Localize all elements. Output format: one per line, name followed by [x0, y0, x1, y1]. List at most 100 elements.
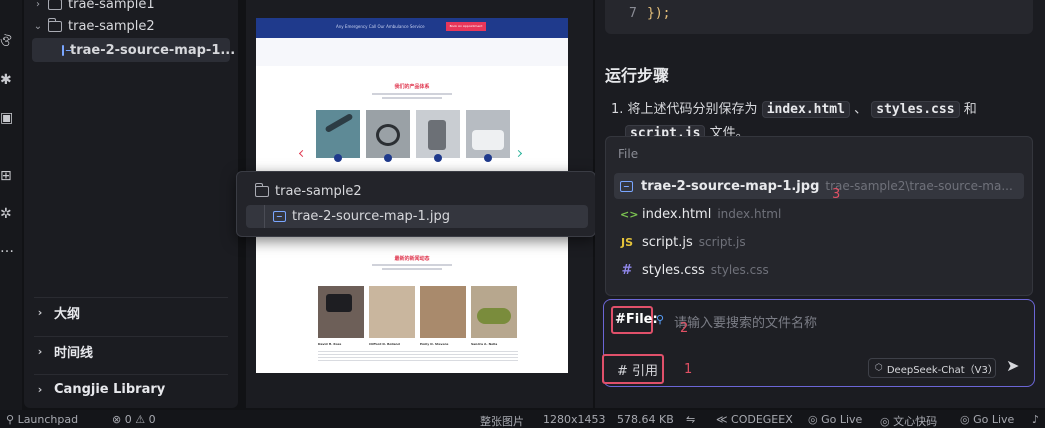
popup-file-row[interactable]: trae-2-source-map-1.jpg — [246, 205, 588, 228]
tree-hover-popup: trae-sample2 trae-2-source-map-1.jpg — [236, 171, 596, 237]
product-badge — [484, 154, 492, 162]
panel-timeline[interactable]: › 时间线 — [34, 336, 228, 366]
wenxin-label: 文心快码 — [893, 415, 938, 428]
launchpad-label: Launchpad — [17, 413, 79, 426]
file-tag[interactable]: #File: — [615, 312, 658, 327]
image-top-bar: Any Emergency Call Our Ambulance Service… — [256, 18, 568, 38]
inline-code: index.html — [761, 101, 850, 118]
product-badge — [434, 154, 442, 162]
image-zoom-label[interactable]: 整张图片 — [480, 413, 524, 428]
send-icon[interactable]: ➤ — [1006, 356, 1019, 375]
image-top-bar-button: Book An Appointment — [446, 22, 486, 31]
step-text: 和 — [963, 102, 977, 117]
reference-button[interactable]: # 引用 — [617, 360, 658, 379]
step-text: 、 — [854, 102, 868, 117]
tree-item-source-map-image[interactable]: trae-2-source-map-1... — [32, 38, 235, 62]
file-search-placeholder[interactable]: 请输入要搜索的文件名称 — [674, 312, 817, 331]
codegeex-icon: ≪ — [716, 413, 732, 426]
chevron-right-icon: › — [37, 383, 43, 396]
product-photo — [466, 110, 510, 158]
file-name: script.js — [642, 234, 693, 250]
annotation-2: 2 — [680, 321, 689, 336]
panel-outline[interactable]: › 大纲 — [34, 297, 228, 327]
line-number: 7 — [629, 6, 637, 21]
product-badge — [384, 154, 392, 162]
problems-item[interactable]: ⊗ 0 ⚠ 0 — [112, 413, 156, 426]
tree-item-label: trae-sample1 — [68, 0, 155, 12]
go-live-label: Go Live — [973, 413, 1015, 426]
extensions-icon[interactable]: ⊞ — [0, 168, 16, 184]
more-icon[interactable]: … — [0, 240, 16, 256]
format-icon[interactable]: ⇋ — [686, 413, 695, 426]
broadcast-icon: ◎ — [960, 413, 974, 426]
news-photo — [471, 286, 517, 338]
notifications-icon[interactable]: ♪ — [1032, 413, 1039, 426]
carousel-next-icon — [514, 149, 523, 158]
tree-item-label: trae-2-source-map-1... — [70, 42, 236, 58]
inline-code: styles.css — [871, 101, 960, 118]
image-section1-subtitle — [256, 93, 568, 99]
launchpad-item[interactable]: ⚲ Launchpad — [6, 413, 78, 426]
annotation-1: 1 — [684, 362, 693, 377]
folder-icon — [48, 0, 62, 10]
news-author: Sandra A. Nolla — [471, 342, 498, 346]
go-live-item[interactable]: ◎ Go Live — [808, 413, 862, 426]
file-option-index-html[interactable]: <> index.html index.html — [614, 201, 1024, 227]
debug-icon[interactable]: ✱ — [0, 72, 16, 88]
image-file-icon — [273, 211, 286, 222]
product-photo — [416, 110, 460, 158]
trae-icon[interactable]: ✲ — [0, 206, 16, 222]
model-label: DeepSeek-Chat（V3） — [886, 364, 998, 376]
tree-item-label: trae-sample2 — [68, 18, 155, 34]
go-live-label: Go Live — [821, 413, 863, 426]
file-suggestion-popup: File trae-2-source-map-1.jpg trae-sample… — [605, 136, 1033, 296]
product-photo — [366, 110, 410, 158]
file-path: index.html — [717, 207, 782, 221]
status-bar: ⚲ Launchpad ⊗ 0 ⚠ 0 整张图片 1280x1453 578.6… — [0, 410, 1045, 428]
js-file-icon: JS — [620, 235, 633, 249]
panel-cangjie-label: Cangjie Library — [54, 382, 166, 397]
tree-guide-line — [264, 205, 265, 228]
model-selector[interactable]: ⬡ DeepSeek-Chat（V3） — [868, 358, 998, 378]
chat-input-box[interactable]: #File: ⚲ 请输入要搜索的文件名称 2 # 引用 1 ⬡ DeepSeek… — [602, 299, 1035, 387]
remote-explorer-icon[interactable]: ▣ — [0, 110, 16, 126]
news-photo — [369, 286, 415, 338]
image-section2-subtitle — [256, 264, 568, 270]
codegeex-label: CODEGEEX — [731, 413, 793, 426]
folder-open-icon — [47, 17, 62, 32]
popup-title: File — [618, 147, 639, 161]
file-name: styles.css — [642, 262, 705, 278]
rocket-icon: ⚲ — [6, 413, 18, 426]
file-option-source-map[interactable]: trae-2-source-map-1.jpg trae-sample2\tra… — [614, 173, 1024, 199]
chevron-right-icon: › — [36, 0, 40, 10]
file-option-styles-css[interactable]: # styles.css styles.css — [614, 257, 1024, 283]
image-dimensions: 1280x1453 — [543, 413, 606, 426]
section-heading: 运行步骤 — [605, 66, 670, 85]
news-author: Clifford D. Bolland — [369, 342, 400, 346]
folder-icon — [254, 183, 269, 197]
source-control-icon[interactable]: ঔ — [0, 34, 16, 50]
news-photo — [420, 286, 466, 338]
product-photo — [316, 110, 360, 158]
file-name: trae-2-source-map-1.jpg — [641, 178, 820, 194]
tree-item-trae-sample2[interactable]: ⌄ trae-sample2 — [32, 14, 230, 38]
popup-folder-row[interactable]: trae-sample2 — [251, 183, 362, 199]
image-section1-title: 我们的产品体系 — [394, 84, 430, 90]
error-count: 0 — [124, 413, 132, 426]
file-path: trae-sample2\trae-source-ma... — [825, 179, 1013, 193]
wenxin-item[interactable]: ◎ 文心快码 — [880, 413, 937, 428]
warning-count: 0 — [148, 413, 156, 426]
file-option-script-js[interactable]: JS script.js script.js — [614, 229, 1024, 255]
step-text: 1. 将上述代码分别保存为 — [611, 102, 758, 117]
image-filesize: 578.64 KB — [617, 413, 674, 426]
file-path: script.js — [698, 235, 746, 249]
css-file-icon: # — [621, 262, 633, 278]
chevron-down-icon: ⌄ — [33, 20, 43, 32]
panel-cangjie-library[interactable]: › Cangjie Library — [34, 374, 228, 404]
go-live-item-2[interactable]: ◎ Go Live — [960, 413, 1014, 426]
news-author: David H. Ross — [318, 342, 342, 346]
chevron-right-icon: › — [37, 306, 43, 319]
image-hero — [256, 38, 568, 66]
panel-timeline-label: 时间线 — [54, 346, 94, 361]
codegeex-item[interactable]: ≪ CODEGEEX — [716, 413, 793, 426]
